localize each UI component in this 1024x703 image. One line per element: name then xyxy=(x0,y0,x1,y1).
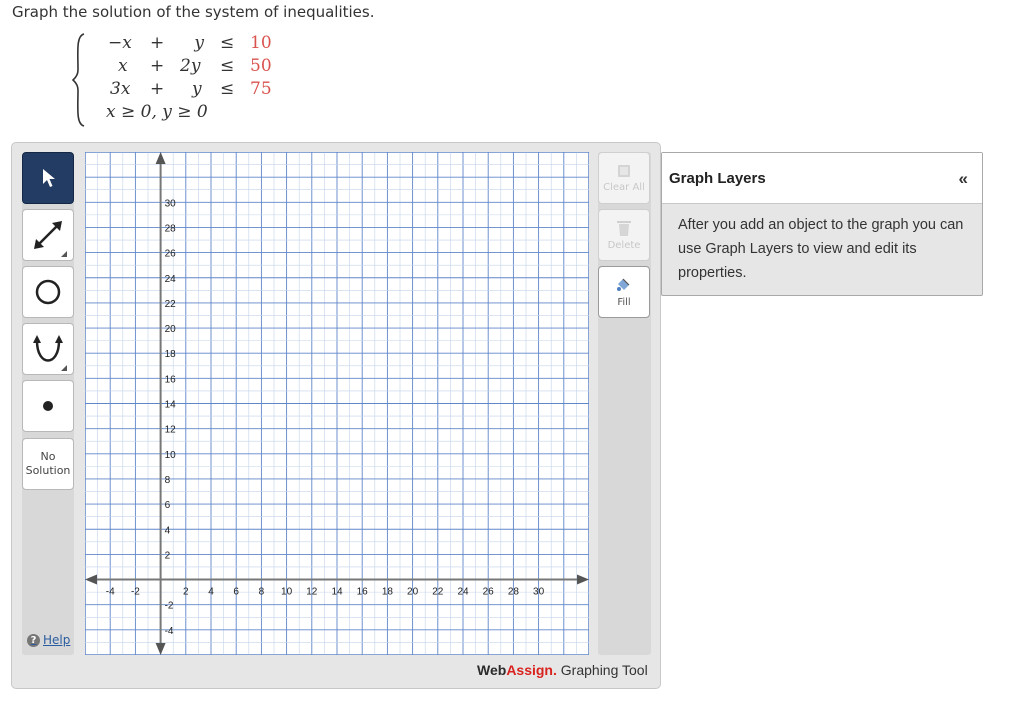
ineq-2-rhs: 50 xyxy=(250,56,272,76)
pointer-icon xyxy=(43,169,55,187)
y-tick-label: 14 xyxy=(165,400,177,411)
point-tool-button[interactable] xyxy=(22,380,74,432)
parabola-tool-button[interactable] xyxy=(22,323,74,375)
ineq-3-plus: + xyxy=(150,79,165,99)
point-icon xyxy=(43,401,53,411)
delete-button[interactable]: Delete xyxy=(598,209,650,261)
x-tick-label: -4 xyxy=(106,587,115,598)
x-tick-label: 6 xyxy=(233,587,239,598)
help-icon: ? xyxy=(27,633,40,647)
circle-icon xyxy=(35,279,61,305)
ineq-3-rhs: 75 xyxy=(250,79,272,99)
graph-layers-title: Graph Layers xyxy=(669,170,766,187)
x-tick-label: -2 xyxy=(131,587,140,598)
fill-button[interactable]: Fill xyxy=(598,266,650,318)
clear-all-button[interactable]: Clear All xyxy=(598,152,650,204)
clear-all-icon xyxy=(618,165,630,177)
no-solution-button[interactable]: No Solution xyxy=(22,438,74,490)
clear-all-label: Clear All xyxy=(603,182,645,193)
x-tick-label: 24 xyxy=(457,587,469,598)
y-tick-label: 2 xyxy=(165,550,171,561)
line-tool-button[interactable] xyxy=(22,209,74,261)
x-tick-label: 8 xyxy=(259,587,265,598)
x-tick-label: 20 xyxy=(407,587,419,598)
x-tick-label: 10 xyxy=(281,587,293,598)
x-tick-label: 16 xyxy=(357,587,369,598)
ineq-1-plus: + xyxy=(150,33,165,53)
x-tick-label: 28 xyxy=(508,587,520,598)
x-tick-label: 22 xyxy=(432,587,444,598)
collapse-panel-icon[interactable]: « xyxy=(959,169,968,189)
x-tick-label: 26 xyxy=(483,587,495,598)
ineq-1-term-x: −x xyxy=(108,33,132,53)
y-tick-label: 20 xyxy=(165,324,177,335)
graph-layers-header: Graph Layers « xyxy=(662,153,982,204)
y-tick-label: 18 xyxy=(165,349,177,360)
system-brace xyxy=(72,33,85,127)
brand-web: Web xyxy=(477,662,507,678)
nonnegativity-constraints: x ≥ 0, y ≥ 0 xyxy=(106,102,208,122)
coordinate-grid[interactable]: -4 -2 2 4 6 8 10 12 14 16 18 20 22 24 26 28 303028262422… xyxy=(85,152,589,655)
ineq-3-term-y: y xyxy=(192,79,202,99)
webassign-brand: WebAssign. Graphing Tool xyxy=(477,662,648,678)
y-tick-label: 30 xyxy=(165,198,177,209)
no-solution-label-1: No xyxy=(40,450,56,463)
ineq-1-rhs: 10 xyxy=(250,33,272,53)
x-tick-label: 30 xyxy=(533,587,545,598)
ineq-2-term-x: x xyxy=(118,56,128,76)
x-tick-label: 2 xyxy=(183,587,189,598)
no-solution-label-2: Solution xyxy=(25,464,71,477)
y-tick-label: 4 xyxy=(165,525,171,536)
y-tick-label: 26 xyxy=(165,249,177,260)
ineq-1-relation: ≤ xyxy=(220,33,235,53)
y-tick-label: 24 xyxy=(165,274,177,285)
y-tick-label: 22 xyxy=(165,299,177,310)
delete-label: Delete xyxy=(607,240,641,251)
y-tick-label: 12 xyxy=(165,425,177,436)
y-tick-label: 28 xyxy=(165,223,177,234)
y-tick-label: -2 xyxy=(165,601,174,612)
trash-icon xyxy=(617,221,631,236)
ineq-2-term-y: 2y xyxy=(180,56,201,76)
y-tick-label: 6 xyxy=(165,500,171,511)
x-tick-label: 4 xyxy=(208,587,214,598)
x-tick-label: 12 xyxy=(306,587,318,598)
ineq-3-term-x: 3x xyxy=(110,79,131,99)
ineq-1-term-y: y xyxy=(194,33,204,53)
brand-tool-name: Graphing Tool xyxy=(556,662,648,678)
graph-layers-description: After you add an object to the graph you… xyxy=(678,217,964,281)
ineq-2-plus: + xyxy=(150,56,165,76)
y-tick-label: -4 xyxy=(165,626,174,637)
ineq-3-relation: ≤ xyxy=(220,79,235,99)
fill-label: Fill xyxy=(617,297,631,308)
brand-assign: Assign. xyxy=(506,662,557,678)
line-icon xyxy=(34,221,67,257)
problem-prompt: Graph the solution of the system of ineq… xyxy=(12,3,375,21)
graph-area[interactable]: -4 -2 2 4 6 8 10 12 14 16 18 20 22 24 26 28 30 30 28 26 24 22… xyxy=(85,152,589,655)
y-tick-label: 16 xyxy=(165,374,177,385)
graph-layers-panel: Graph Layers « After you add an object t… xyxy=(661,152,983,296)
pointer-tool-button[interactable] xyxy=(22,152,74,204)
ineq-2-relation: ≤ xyxy=(220,56,235,76)
circle-tool-button[interactable] xyxy=(22,266,74,318)
help-label: Help xyxy=(43,633,71,647)
help-link[interactable]: ? Help xyxy=(27,633,70,647)
fill-bucket-icon xyxy=(617,278,630,291)
x-tick-label: 14 xyxy=(331,587,343,598)
y-tick-label: 10 xyxy=(165,450,177,461)
x-tick-label: 18 xyxy=(382,587,394,598)
y-tick-label: 8 xyxy=(165,475,171,486)
parabola-icon xyxy=(33,335,67,371)
